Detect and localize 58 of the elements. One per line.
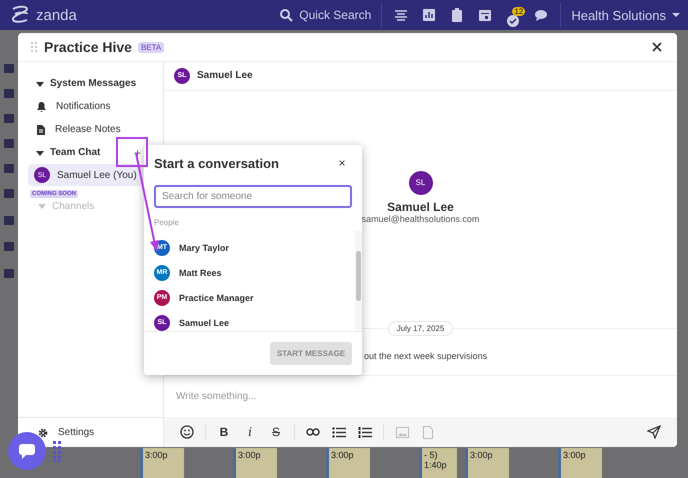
chat-launcher-button[interactable] [8,432,46,470]
settings-link[interactable]: Settings [58,427,94,438]
image-icon [396,426,408,438]
profile-name: Samuel Lee [387,200,454,214]
user-avatar: SL [408,170,432,195]
sidebar-item[interactable]: Notifications [18,95,163,118]
calendar-event[interactable]: - 5) 1:40p [419,448,457,478]
check-circle-icon[interactable] [506,14,520,28]
file-icon [423,426,433,439]
chat-header-name: Samuel Lee [197,70,253,82]
highlight-box [116,137,148,167]
caret-icon [38,202,46,210]
gear-icon[interactable] [38,428,48,438]
numbered-list-icon [358,426,372,438]
notification-badge: 12 [512,7,526,16]
calendar-event[interactable]: 3:00p [465,448,509,478]
calendar-event[interactable]: 3:00p [558,448,602,478]
bell-icon [37,102,46,112]
chart-icon[interactable] [422,8,436,22]
message-text: out the next week supervisions [364,350,488,361]
caret-icon[interactable] [36,148,44,156]
scrollbar[interactable] [355,231,362,331]
smiley-icon [180,425,194,440]
bullet-list-icon [332,426,346,438]
search-field[interactable]: Search for someone [154,185,352,208]
bold-button[interactable]: B [213,421,235,444]
profile-email: samuel@healthsolutions.com [362,214,480,224]
clipboard-icon[interactable] [450,8,464,22]
close-icon [652,42,662,52]
date-divider: July 17, 2025 [388,320,454,336]
link-icon [306,428,320,436]
section-label: People [153,217,180,229]
sidebar-item[interactable]: Release Notes [18,118,163,141]
send-icon [647,425,661,440]
italic-button[interactable]: i [239,421,261,444]
caret-icon [672,12,680,18]
quick-search[interactable]: Quick Search [279,3,382,27]
calendar-event[interactable]: 3:00p [140,448,184,478]
search-icon [279,8,294,22]
close-button[interactable]: × [334,155,350,171]
drag-handle-icon[interactable] [53,440,61,462]
caret-icon[interactable] [36,80,44,88]
logo-text: zanda [36,6,77,24]
popover-title: Start a conversation [154,156,279,170]
section-label[interactable]: Team Chat [50,147,100,158]
chat-bubble-icon [17,442,37,460]
lines-icon[interactable] [394,8,408,22]
beta-tag: BETA [138,42,164,52]
calendar-icon[interactable] [478,8,492,22]
calendar-event[interactable]: 3:00p [233,448,277,478]
strikethrough-button[interactable]: S [265,421,287,444]
document-icon [37,124,45,134]
chat-icon[interactable] [534,8,548,22]
section-label[interactable]: System Messages [50,78,136,89]
calendar-event[interactable]: 3:00p [326,448,370,478]
modal-title: Practice Hive [44,39,132,55]
account-menu[interactable]: Health Solutions [561,8,680,22]
drag-handle-icon[interactable] [30,41,38,53]
